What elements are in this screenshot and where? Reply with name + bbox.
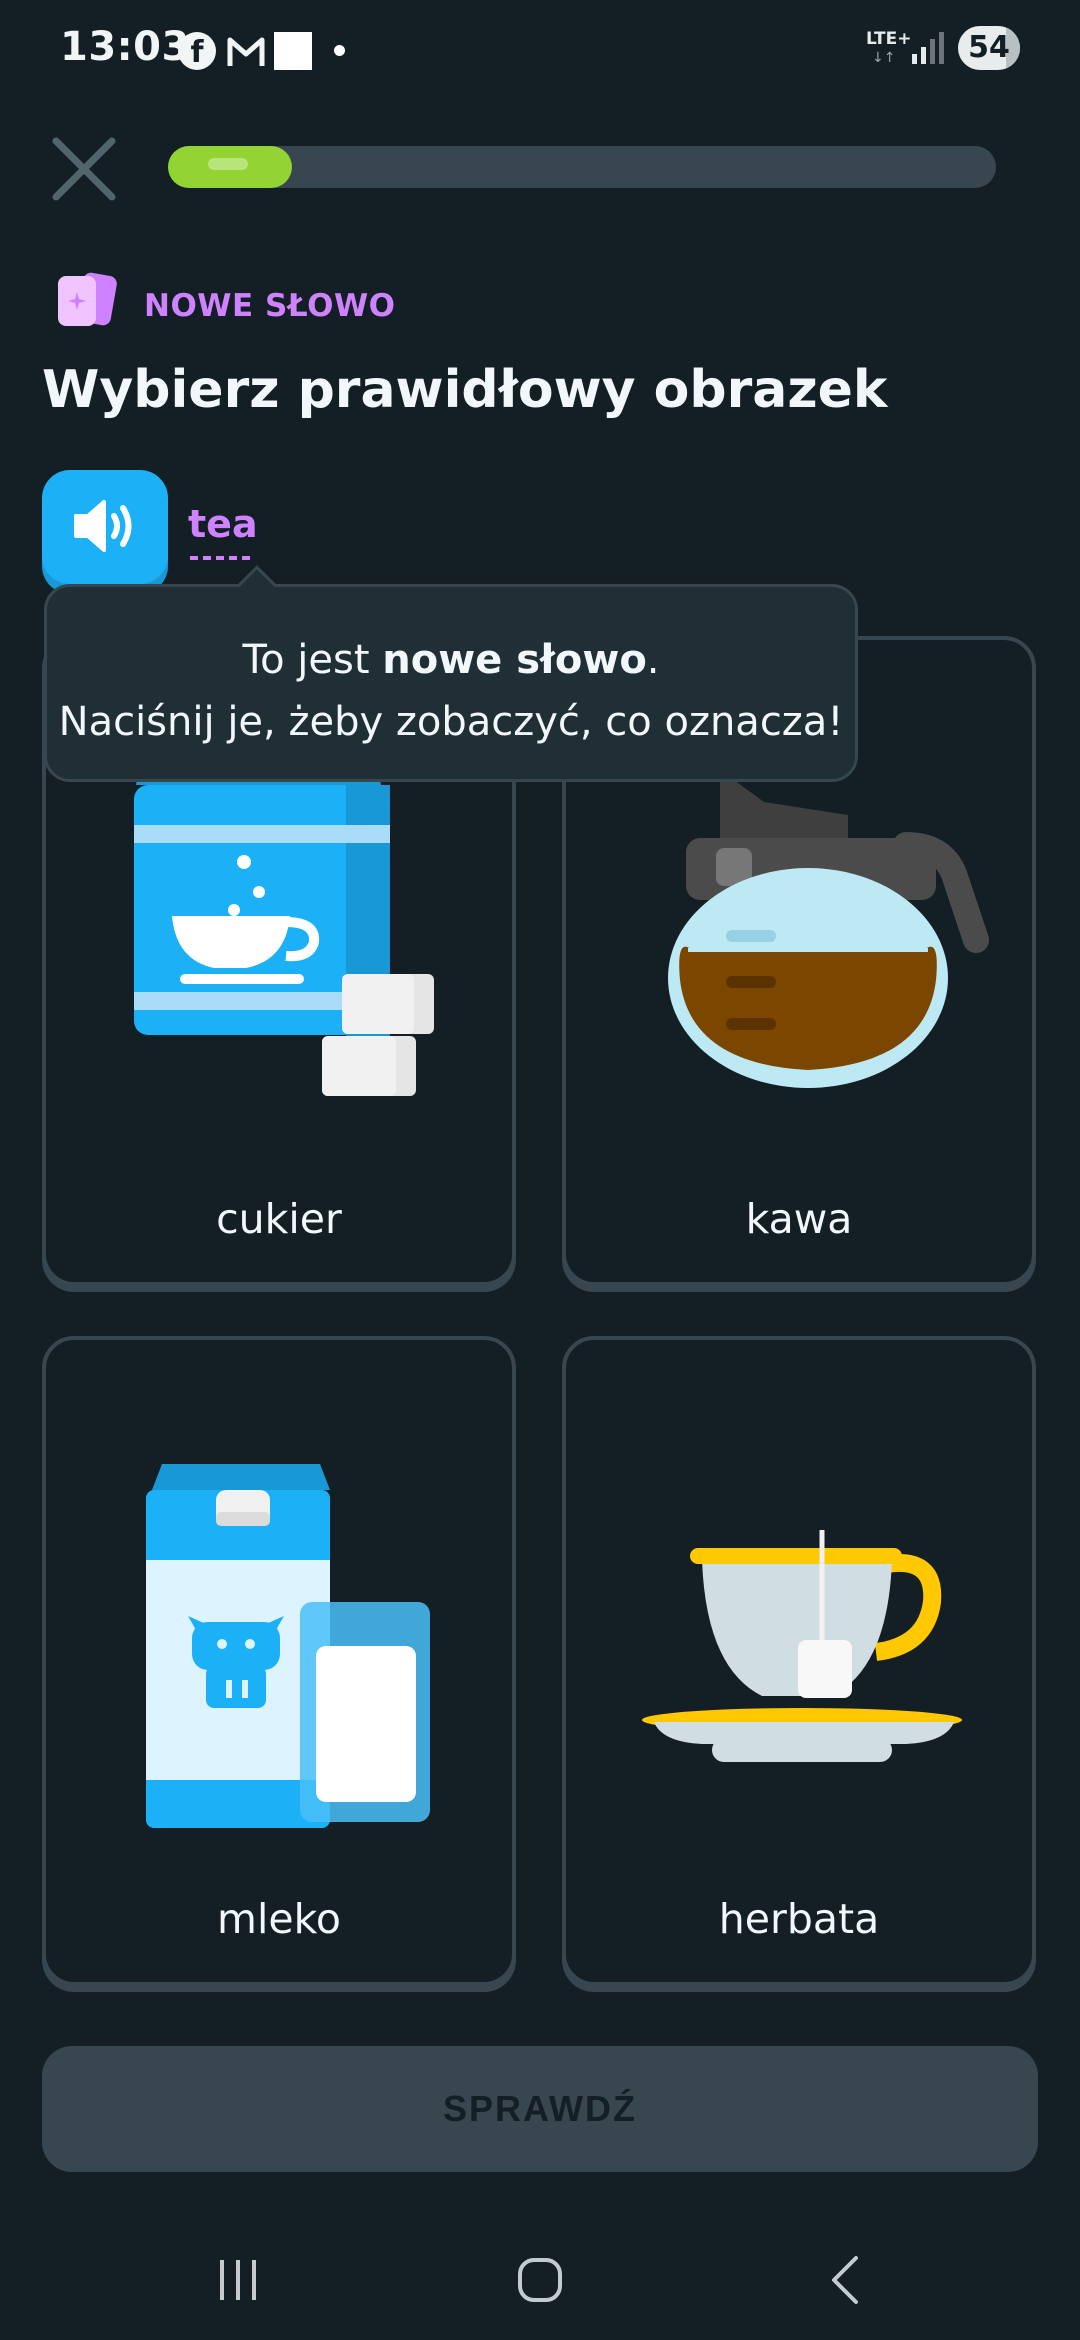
recent-apps-icon[interactable] <box>208 2250 268 2310</box>
tooltip-line-2: Naciśnij je, żeby zobaczyć, co oznacza! <box>58 699 844 745</box>
option-card-milk[interactable]: mleko <box>42 1336 516 1986</box>
tea-cup-icon <box>642 1530 962 1762</box>
tooltip-line-1-suffix: . <box>646 637 660 683</box>
progress-fill <box>168 146 293 188</box>
home-icon[interactable] <box>510 2250 570 2310</box>
option-card-tea[interactable]: herbata <box>562 1336 1036 1986</box>
signal-icon <box>912 32 944 64</box>
notification-dot-icon <box>334 45 345 56</box>
prompt-word-underline <box>190 556 250 560</box>
prompt-word[interactable]: tea <box>188 502 258 546</box>
gmail-icon <box>227 37 265 66</box>
new-word-tooltip: To jest nowe słowo. Naciśnij je, żeby zo… <box>44 565 858 782</box>
notification-square-icon <box>274 32 312 70</box>
battery-level: 54 <box>968 30 1010 65</box>
tooltip-line-1-prefix: To jest <box>242 637 383 683</box>
tooltip-arrow <box>237 565 277 605</box>
option-label: herbata <box>718 1895 880 1943</box>
tooltip-line-1-bold: nowe słowo <box>382 637 647 683</box>
milk-icon <box>146 1464 430 1828</box>
close-icon[interactable] <box>48 133 120 205</box>
facebook-icon: f <box>178 32 216 70</box>
back-icon[interactable] <box>816 2250 876 2310</box>
option-label: cukier <box>216 1195 342 1243</box>
progress-shine <box>208 158 248 170</box>
new-word-label: NOWE SŁOWO <box>144 288 396 324</box>
battery-icon: 54 <box>958 26 1020 70</box>
status-time: 13:03 <box>60 24 190 70</box>
data-arrows-icon: ↓↑ <box>872 50 896 66</box>
check-button[interactable]: SPRAWDŹ <box>42 2046 1038 2172</box>
option-label: kawa <box>745 1195 853 1243</box>
status-bar: 13:03 f LTE+ ↓↑ 54 <box>0 0 1080 100</box>
tooltip-line-1: To jest nowe słowo. <box>47 629 855 691</box>
option-label: mleko <box>217 1895 341 1943</box>
page-title: Wybierz prawidłowy obrazek <box>42 360 888 420</box>
speaker-icon <box>74 500 132 552</box>
speaker-button[interactable] <box>42 470 168 584</box>
network-type: LTE+ <box>866 29 912 49</box>
progress-bar <box>168 146 996 188</box>
new-word-cards-icon <box>58 272 117 326</box>
